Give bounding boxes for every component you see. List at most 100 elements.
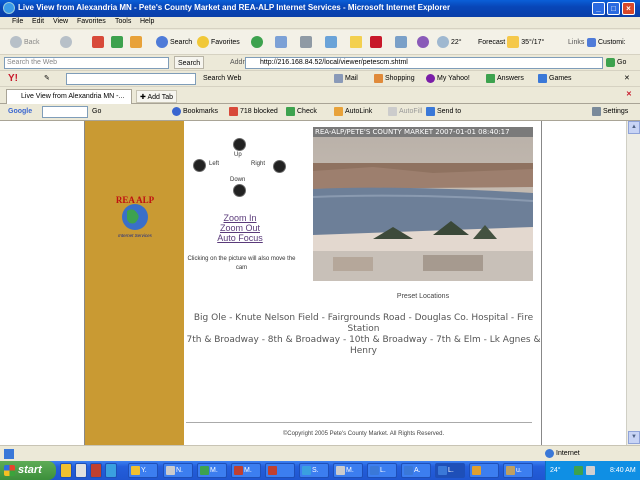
google-toolbar: Google Go Bookmarks 718 blocked Check Au… [0, 104, 640, 121]
task-button-11[interactable]: u. [503, 463, 533, 478]
close-tab-icon[interactable]: ✕ [626, 88, 632, 101]
my-yahoo-button[interactable]: My Yahoo! [426, 72, 470, 85]
go-button[interactable]: Go [606, 56, 626, 69]
task-button-2[interactable]: M. [197, 463, 227, 478]
customize-button[interactable]: Customi: [587, 35, 626, 50]
search-web-button[interactable]: Search [174, 56, 205, 69]
address-input[interactable]: http://216.168.84.52/local/viewer/petesc… [245, 57, 603, 69]
scroll-down-arrow-icon[interactable]: ▼ [628, 431, 640, 444]
zoom-out-link[interactable]: Zoom Out [215, 223, 265, 233]
yahoo-search-input[interactable] [66, 73, 196, 85]
send-to-button[interactable]: Send to [426, 105, 461, 119]
google-search-input[interactable] [42, 106, 88, 118]
bookmarks-button[interactable]: Bookmarks [172, 105, 218, 119]
answers-icon [486, 73, 495, 83]
send-icon [426, 106, 435, 116]
autolink-icon [334, 106, 343, 116]
back-button[interactable]: Back [10, 35, 40, 50]
maximize-button[interactable]: □ [607, 2, 620, 15]
history-button[interactable] [251, 35, 265, 50]
close-button[interactable]: × [622, 2, 635, 15]
google-go-button[interactable]: Go [92, 105, 101, 119]
menu-favorites[interactable]: Favorites [77, 18, 106, 25]
google-logo-icon[interactable]: Google [8, 105, 32, 119]
search-web-input[interactable]: Search the Web [4, 57, 169, 69]
quicklaunch-3-icon[interactable] [90, 463, 102, 478]
notes-button[interactable] [350, 35, 364, 50]
task-button-yahoo[interactable]: Y. [128, 463, 158, 478]
pan-right-button[interactable] [273, 160, 286, 173]
quicklaunch-1-icon[interactable] [60, 463, 72, 478]
start-button[interactable]: start [0, 461, 56, 480]
messenger-button[interactable] [395, 35, 409, 50]
discuss-button[interactable] [417, 35, 431, 50]
yahoo-logo-icon[interactable]: Y! [8, 72, 18, 85]
favorites-button[interactable]: Favorites [197, 35, 240, 50]
menu-edit[interactable]: Edit [32, 18, 44, 25]
preset-row-2[interactable]: 7th & Broadway - 8th & Broadway - 10th &… [186, 335, 541, 357]
yahoo-games-button[interactable]: Games [538, 72, 572, 85]
discuss-icon [417, 36, 429, 49]
pencil-icon[interactable]: ✎ [44, 72, 50, 85]
links-label[interactable]: Links [568, 35, 584, 50]
weather-temp[interactable]: 22° [437, 35, 462, 50]
google-settings-button[interactable]: Settings [592, 105, 628, 119]
app-icon [472, 466, 481, 475]
security-zone: Internet [545, 448, 580, 460]
popup-blocker-button[interactable]: 718 blocked [229, 105, 278, 119]
tray-weather[interactable]: 24° [550, 461, 561, 480]
yahoo-mail-button[interactable]: Mail [334, 72, 358, 85]
tray-network-icon[interactable] [574, 466, 583, 475]
tray-volume-icon[interactable] [586, 466, 595, 475]
autolink-button[interactable]: AutoLink [334, 105, 372, 119]
task-button-9[interactable]: L. [435, 463, 465, 478]
yahoo-search-web-button[interactable]: Search Web [203, 72, 241, 85]
pan-left-button[interactable] [193, 159, 206, 172]
menu-file[interactable]: File [12, 18, 23, 25]
preset-row-1[interactable]: Big Ole - Knute Nelson Field - Fairgroun… [186, 313, 541, 335]
vertical-scrollbar[interactable]: ▲ ▼ [626, 121, 640, 445]
go-arrow-icon [606, 57, 615, 67]
clock[interactable]: 8:40 AM [610, 461, 636, 480]
edit-button[interactable] [325, 35, 339, 50]
menu-view[interactable]: View [53, 18, 68, 25]
task-button-10[interactable] [469, 463, 499, 478]
menu-tools[interactable]: Tools [115, 18, 131, 25]
auto-focus-link[interactable]: Auto Focus [210, 233, 270, 243]
quicklaunch-4-icon[interactable] [105, 463, 117, 478]
add-tab-button[interactable]: ✚ Add Tab [136, 90, 177, 103]
app-icon [166, 466, 175, 475]
minimize-button[interactable]: _ [592, 2, 605, 15]
task-button-6[interactable]: M. [333, 463, 363, 478]
page-frame: REA ALP Internet Services Up Left Right … [84, 121, 542, 445]
print-button[interactable] [300, 35, 314, 50]
forecast-button[interactable]: Forecast 35°/17° [478, 35, 544, 50]
mail-button[interactable] [275, 35, 289, 50]
quicklaunch-2-icon[interactable] [75, 463, 87, 478]
autofill-button[interactable]: AutoFill [388, 105, 422, 119]
tab-live-view[interactable]: Live View from Alexandria MN -... [6, 89, 132, 104]
task-button-3[interactable]: M. [231, 463, 261, 478]
close-toolbar-icon[interactable]: ✕ [624, 72, 630, 85]
menu-bar: File Edit View Favorites Tools Help [0, 17, 640, 29]
task-button-4[interactable] [265, 463, 295, 478]
search-button[interactable]: Search [156, 35, 192, 50]
refresh-button[interactable] [111, 35, 125, 50]
yahoo-answers-button[interactable]: Answers [486, 72, 524, 85]
spellcheck-button[interactable]: Check [286, 105, 317, 119]
stop-button[interactable] [92, 35, 106, 50]
task-button-8[interactable]: A. [401, 463, 431, 478]
yahoo-button[interactable] [370, 35, 384, 50]
yahoo-shopping-button[interactable]: Shopping [374, 72, 415, 85]
zoom-in-link[interactable]: Zoom In [215, 213, 265, 223]
forward-button[interactable] [60, 35, 74, 50]
pan-up-button[interactable] [233, 138, 246, 151]
home-button[interactable] [130, 35, 144, 50]
menu-help[interactable]: Help [140, 18, 154, 25]
task-button-5[interactable]: S. [299, 463, 329, 478]
webcam-image[interactable]: REA-ALP/PETE'S COUNTY MARKET 2007-01-01 … [313, 127, 533, 281]
task-button-7[interactable]: L. [367, 463, 397, 478]
scroll-up-arrow-icon[interactable]: ▲ [628, 121, 640, 134]
pan-down-button[interactable] [233, 184, 246, 197]
task-button-1[interactable]: N. [163, 463, 193, 478]
